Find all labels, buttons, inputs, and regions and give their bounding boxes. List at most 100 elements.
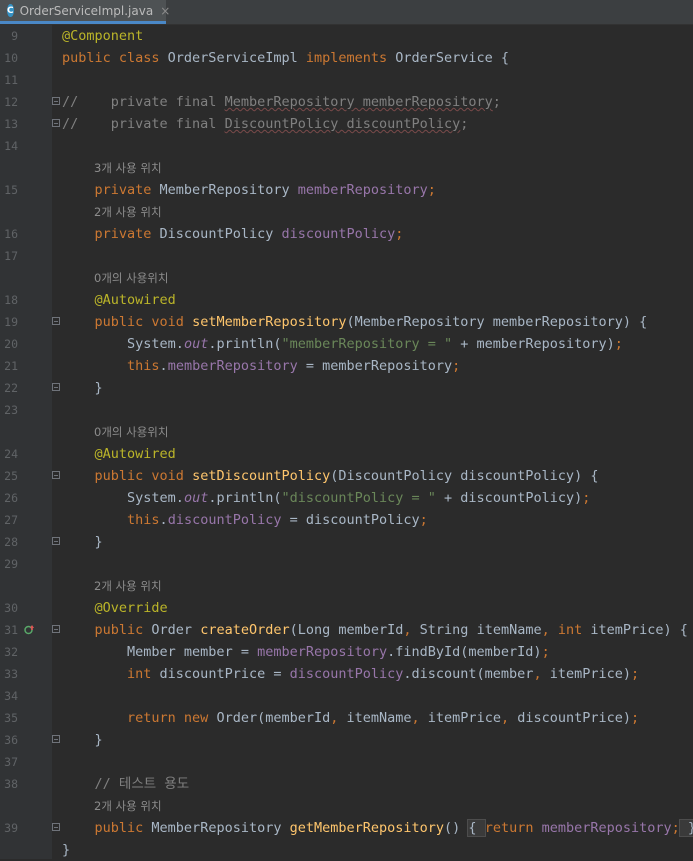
code-text: @Override <box>62 597 168 619</box>
code-token: System. <box>127 336 184 352</box>
usage-hint-text[interactable]: 0개의 사용위치 <box>94 267 168 289</box>
code-line[interactable]: 35 return new Order(memberId, itemName, … <box>0 707 693 729</box>
code-line[interactable]: 14 <box>0 135 693 157</box>
code-token: DiscountPolicy <box>159 226 282 242</box>
code-token: } <box>94 732 103 748</box>
code-line[interactable]: 18 @Autowired <box>0 289 693 311</box>
line-number: 29 <box>4 557 18 571</box>
code-line[interactable]: 30 @Override <box>0 597 693 619</box>
code-token: .discount(member <box>403 666 534 682</box>
fold-toggle-icon[interactable] <box>52 625 60 633</box>
fold-toggle-icon[interactable] <box>52 383 60 391</box>
code-line[interactable]: 9 @Component <box>0 25 693 47</box>
usage-hint[interactable]: 0개의 사용위치 <box>0 421 693 443</box>
code-token: // <box>62 94 79 110</box>
usage-hint[interactable]: 3개 사용 위치 <box>0 157 693 179</box>
close-icon[interactable]: × <box>160 4 170 18</box>
code-token: ; <box>427 182 436 198</box>
code-line[interactable]: 25 public void setDiscountPolicy(Discoun… <box>0 465 693 487</box>
code-line[interactable]: 21 this.memberRepository = memberReposit… <box>0 355 693 377</box>
usage-hint[interactable]: 2개 사용 위치 <box>0 575 693 597</box>
fold-toggle-icon[interactable] <box>52 119 60 127</box>
code-token: return <box>484 820 542 836</box>
code-line[interactable]: 31 public Order createOrder(Long memberI… <box>0 619 693 641</box>
code-line[interactable]: 13 // private final DiscountPolicy discou… <box>0 113 693 135</box>
code-token: setDiscountPolicy <box>192 468 331 484</box>
code-token: } <box>94 380 103 396</box>
code-token: ; <box>671 820 680 836</box>
fold-toggle-icon[interactable] <box>52 735 60 743</box>
usage-hint-text[interactable]: 2개 사용 위치 <box>94 575 162 597</box>
code-token: .println( <box>208 336 282 352</box>
code-line[interactable]: 11 <box>0 69 693 91</box>
fold-toggle-icon[interactable] <box>52 97 60 105</box>
implements-method-icon[interactable] <box>24 624 35 635</box>
code-token: (MemberRepository memberRepository) { <box>346 314 648 330</box>
code-token: MemberRepository memberRepository <box>224 94 493 110</box>
code-line[interactable]: 10 public class OrderServiceImpl implemen… <box>0 47 693 69</box>
code-token: ; <box>419 512 428 528</box>
code-line[interactable]: 33 int discountPrice = discountPolicy.di… <box>0 663 693 685</box>
code-line[interactable]: 22 } <box>0 377 693 399</box>
code-text: System.out.println("discountPolicy = " +… <box>62 487 590 509</box>
usage-hint-text[interactable]: 2개 사용 위치 <box>94 795 162 817</box>
code-token: .println( <box>208 490 282 506</box>
code-line[interactable]: 27 this.discountPolicy = discountPolicy; <box>0 509 693 531</box>
tab-order-service-impl[interactable]: C OrderServiceImpl.java × <box>0 0 170 24</box>
code-line[interactable]: 15 private MemberRepository memberReposi… <box>0 179 693 201</box>
code-line[interactable]: 29 <box>0 553 693 575</box>
code-text: public void setDiscountPolicy(DiscountPo… <box>62 465 599 487</box>
code-token: { <box>467 819 486 837</box>
code-token: () <box>444 820 469 836</box>
usage-hint-text[interactable]: 0개의 사용위치 <box>94 421 168 443</box>
code-token: . <box>159 512 168 528</box>
code-line[interactable]: 20 System.out.println("memberRepository … <box>0 333 693 355</box>
code-token: @Override <box>94 600 168 616</box>
code-token: itemPrice) <box>549 666 631 682</box>
usage-hint-text[interactable]: 2개 사용 위치 <box>94 201 162 223</box>
code-line[interactable]: 28 } <box>0 531 693 553</box>
code-line[interactable]: 37 <box>0 751 693 773</box>
code-text: @Component <box>62 25 143 47</box>
code-line[interactable]: 26 System.out.println("discountPolicy = … <box>0 487 693 509</box>
code-token: , <box>411 710 428 726</box>
fold-toggle-icon[interactable] <box>52 823 60 831</box>
fold-toggle-icon[interactable] <box>52 471 60 479</box>
code-line[interactable]: 12 // private final MemberRepository memb… <box>0 91 693 113</box>
code-text: private DiscountPolicy discountPolicy; <box>62 223 404 245</box>
code-token: "memberRepository = " <box>281 336 461 352</box>
code-line[interactable]: 39 public MemberRepository getMemberRepo… <box>0 817 693 839</box>
code-token: Order <box>151 622 201 638</box>
code-line[interactable]: 23 <box>0 399 693 421</box>
code-line[interactable]: 16 private DiscountPolicy discountPolicy… <box>0 223 693 245</box>
usage-hint-text[interactable]: 3개 사용 위치 <box>94 157 162 179</box>
usage-hint[interactable]: 2개 사용 위치 <box>0 795 693 817</box>
usage-hint[interactable]: 2개 사용 위치 <box>0 201 693 223</box>
code-line[interactable]: 36 } <box>0 729 693 751</box>
usage-hint[interactable]: 0개의 사용위치 <box>0 267 693 289</box>
line-number: 18 <box>4 293 18 307</box>
code-line[interactable]: 24 @Autowired <box>0 443 693 465</box>
line-number: 13 <box>4 117 18 131</box>
code-line[interactable]: } <box>0 839 693 861</box>
code-line[interactable]: 17 <box>0 245 693 267</box>
code-token: } <box>94 534 103 550</box>
fold-toggle-icon[interactable] <box>52 537 60 545</box>
code-line[interactable]: 38 // 테스트 용도 <box>0 773 693 795</box>
line-number: 27 <box>4 513 18 527</box>
java-class-icon: C <box>7 4 14 17</box>
line-number: 37 <box>4 755 18 769</box>
code-line[interactable]: 19 public void setMemberRepository(Membe… <box>0 311 693 333</box>
code-line[interactable]: 32 Member member = memberRepository.find… <box>0 641 693 663</box>
code-token: out <box>183 490 209 506</box>
code-token: return new <box>127 710 217 726</box>
code-token: implements <box>305 50 396 66</box>
code-text: } <box>62 729 103 751</box>
code-line[interactable]: 34 <box>0 685 693 707</box>
fold-toggle-icon[interactable] <box>52 317 60 325</box>
tab-label: OrderServiceImpl.java <box>19 3 154 18</box>
code-editor[interactable]: 9 @Component 10 public class OrderServiceIm… <box>0 24 693 859</box>
